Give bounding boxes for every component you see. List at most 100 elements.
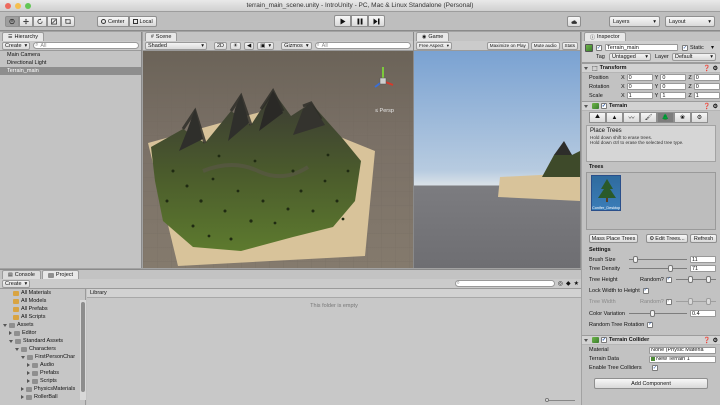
project-tree-item[interactable]: Editor (0, 329, 85, 337)
scene-gizmos-dropdown[interactable]: Gizmos ▾ (281, 41, 312, 50)
tab-game[interactable]: ◉ Game (416, 32, 450, 41)
project-tree-item[interactable]: Characters (0, 345, 85, 353)
place-trees-tool-button[interactable]: 🌲 (657, 112, 674, 123)
project-search-input[interactable]: ⌕ (454, 280, 555, 287)
tab-console[interactable]: ▤ Console (2, 270, 41, 279)
settings-gear-icon[interactable]: ⚙ (713, 65, 718, 72)
scene-search-input[interactable]: ⌕ All (314, 42, 411, 49)
tree-density-field[interactable]: 71 (690, 265, 716, 272)
pivot-center-button[interactable]: Center (97, 16, 129, 27)
stats-toggle[interactable]: Stats (561, 41, 578, 50)
hierarchy-item[interactable]: Directional Light (0, 59, 141, 67)
terrain-collider-header[interactable]: ✓ Terrain Collider ❓ ⚙ (582, 335, 720, 345)
transform-z-field[interactable]: 0 (693, 83, 720, 90)
transform-y-field[interactable]: 0 (660, 74, 687, 81)
expand-arrow-icon[interactable] (21, 387, 24, 391)
brush-size-field[interactable]: 11 (690, 256, 716, 263)
effects-dropdown[interactable]: ▣ ▾ (257, 41, 275, 50)
project-create-dropdown[interactable]: Create ▾ (2, 279, 31, 288)
paint-texture-tool-button[interactable]: 🖌 (640, 112, 657, 123)
help-book-icon[interactable]: ❓ (703, 65, 710, 72)
move-tool-button[interactable] (19, 16, 33, 27)
expand-arrow-icon[interactable] (21, 395, 24, 399)
pause-button[interactable] (351, 15, 368, 27)
project-tree-item[interactable]: All Materials (0, 289, 85, 297)
rect-tool-button[interactable] (61, 16, 75, 27)
raise-lower-tool-button[interactable]: ⛰ (589, 112, 606, 123)
lighting-toggle[interactable]: ☀ (230, 41, 241, 50)
filter-label-icon[interactable]: ◆ (566, 280, 571, 287)
transform-header[interactable]: ⬚ Transform ❓ ⚙ (582, 63, 720, 73)
scene-viewport[interactable]: ≤ Persp (143, 51, 413, 268)
2d-toggle[interactable]: 2D (214, 41, 228, 50)
project-tree-item[interactable]: Scripts (0, 377, 85, 385)
project-tree-item[interactable]: Audio (0, 361, 85, 369)
project-tree-item[interactable]: FirstPersonChar (0, 353, 85, 361)
layers-dropdown[interactable]: Layers ▾ (609, 16, 660, 27)
collider-material-field[interactable]: None (Physic Materia (649, 346, 716, 354)
project-tree-item[interactable]: All Scripts (0, 313, 85, 321)
project-tree-item[interactable]: Assets (0, 321, 85, 329)
project-tree-item[interactable]: Prefabs (0, 369, 85, 377)
paint-height-tool-button[interactable]: ▲ (606, 112, 623, 123)
lock-width-checkbox[interactable]: ✓ (642, 287, 649, 294)
help-book-icon[interactable]: ❓ (703, 337, 710, 344)
project-tree-item[interactable]: PhysicsMaterials (0, 385, 85, 393)
terrain-settings-tool-button[interactable]: ⚙ (691, 112, 708, 123)
transform-y-field[interactable]: 0 (660, 83, 687, 90)
color-variation-slider[interactable] (629, 310, 687, 317)
game-viewport[interactable] (414, 51, 580, 268)
help-book-icon[interactable]: ❓ (703, 103, 710, 110)
expand-arrow-icon[interactable] (27, 379, 30, 383)
expand-arrow-icon[interactable] (15, 347, 19, 351)
cloud-button[interactable] (567, 16, 581, 27)
transform-z-field[interactable]: 1 (693, 92, 720, 99)
hierarchy-search-input[interactable]: ⌕ All (33, 42, 139, 49)
shading-dropdown[interactable]: Shaded ▾ (145, 41, 207, 50)
tag-dropdown[interactable]: Untagged ▾ (609, 53, 651, 61)
smooth-height-tool-button[interactable]: 〰 (623, 112, 640, 123)
maximize-on-play-toggle[interactable]: Maximize on Play (486, 41, 529, 50)
breadcrumb-library[interactable]: Library (90, 290, 107, 296)
project-tree-item[interactable]: All Models (0, 297, 85, 305)
tab-hierarchy[interactable]: ☰ Hierarchy (2, 32, 45, 41)
expand-arrow-icon[interactable] (9, 331, 12, 335)
tab-scene[interactable]: # Scene (145, 32, 178, 41)
filter-type-icon[interactable]: ◎ (558, 280, 563, 287)
transform-x-field[interactable]: 0 (626, 83, 653, 90)
layer-dropdown[interactable]: Default ▾ (672, 53, 716, 61)
layout-dropdown[interactable]: Layout ▾ (665, 16, 715, 27)
mute-audio-toggle[interactable]: Mute audio (530, 41, 560, 50)
settings-gear-icon[interactable]: ⚙ (713, 103, 718, 110)
tree-height-random-checkbox[interactable]: ✓ (665, 276, 672, 283)
refresh-button[interactable]: Refresh (690, 234, 717, 243)
expand-arrow-icon[interactable] (3, 323, 7, 327)
object-active-checkbox[interactable]: ✓ (596, 45, 602, 51)
add-component-button[interactable]: Add Component (594, 378, 708, 389)
project-tree-scrollbar[interactable] (80, 300, 86, 400)
expand-arrow-icon[interactable] (9, 339, 13, 343)
audio-toggle[interactable]: ◀ (243, 41, 255, 50)
aspect-dropdown[interactable]: Free Aspect ▾ (416, 41, 452, 50)
play-button[interactable] (334, 15, 351, 27)
transform-x-field[interactable]: 1 (626, 92, 653, 99)
tab-project[interactable]: Project (41, 270, 80, 279)
tab-inspector[interactable]: ⓘ Inspector (584, 32, 626, 41)
project-tree-item[interactable]: RollerBall (0, 393, 85, 401)
step-button[interactable] (368, 15, 385, 27)
favorite-star-icon[interactable]: ★ (574, 280, 579, 287)
rotate-tool-button[interactable] (33, 16, 47, 27)
terrain-header[interactable]: ✓ Terrain ❓ ⚙ (582, 101, 720, 111)
hierarchy-item[interactable]: Main Camera (0, 51, 141, 59)
static-checkbox[interactable]: ✓ (682, 45, 688, 51)
tree-height-range-slider[interactable] (675, 276, 716, 283)
tree-density-slider[interactable] (629, 265, 687, 272)
pivot-space-button[interactable]: Local (128, 16, 157, 27)
static-chevron-down-icon[interactable]: ▾ (711, 44, 714, 51)
hand-tool-button[interactable] (5, 16, 19, 27)
settings-gear-icon[interactable]: ⚙ (713, 337, 718, 344)
edit-trees-button[interactable]: ⚙ Edit Trees... (646, 234, 688, 243)
hierarchy-item[interactable]: Terrain_main (0, 67, 141, 75)
transform-x-field[interactable]: 0 (626, 74, 653, 81)
color-variation-field[interactable]: 0.4 (690, 310, 716, 317)
